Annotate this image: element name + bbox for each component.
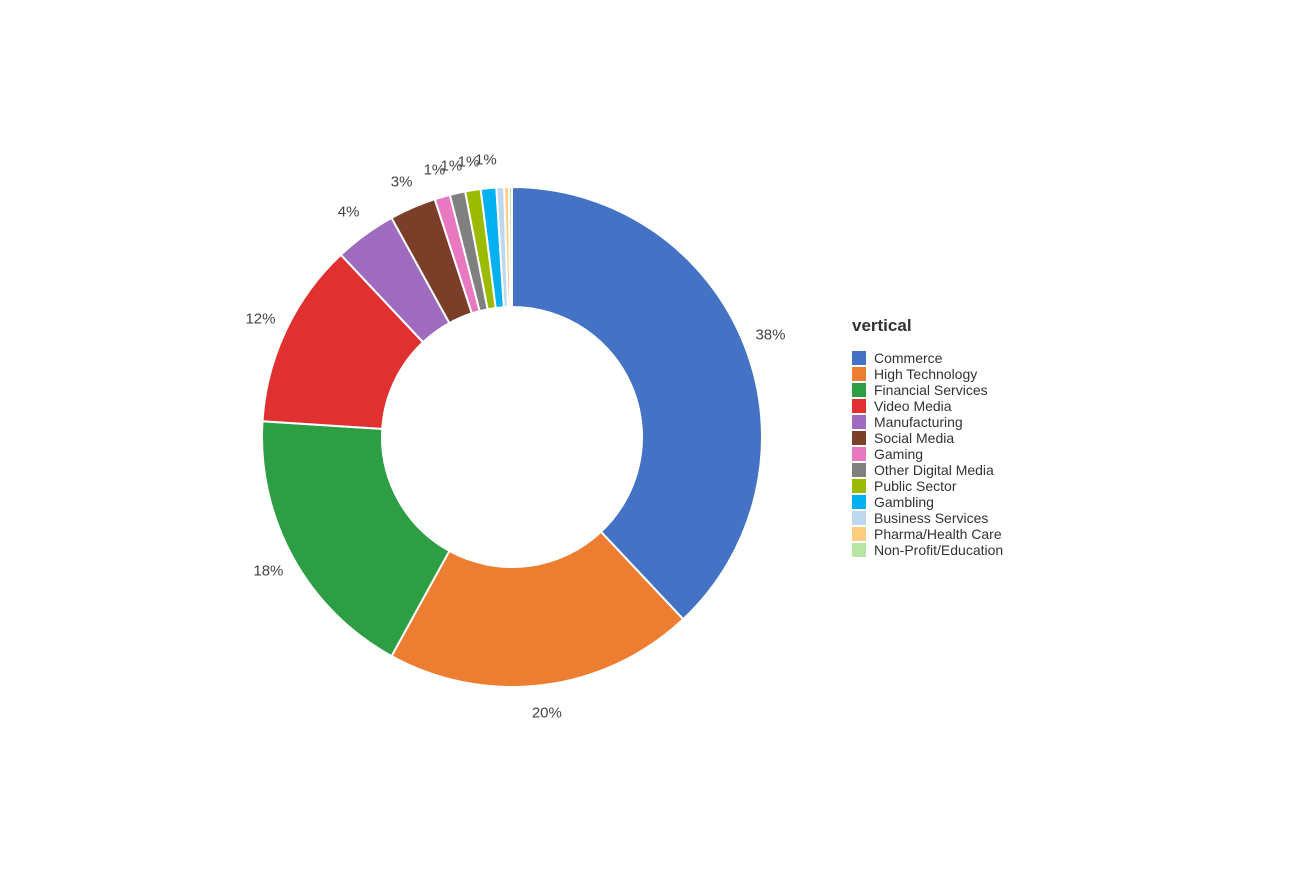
legend-item-manufacturing: Manufacturing <box>852 414 1072 430</box>
legend-label: Manufacturing <box>874 414 963 430</box>
legend-item-commerce: Commerce <box>852 350 1072 366</box>
donut-chart: 38%20%18%12%4%3%1%1%1%1% <box>232 157 792 717</box>
legend-swatch <box>852 399 866 413</box>
legend-swatch <box>852 351 866 365</box>
chart-container: 38%20%18%12%4%3%1%1%1%1% vertical Commer… <box>52 27 1252 847</box>
legend-label: Financial Services <box>874 382 988 398</box>
legend-item-public-sector: Public Sector <box>852 478 1072 494</box>
legend-item-business-services: Business Services <box>852 510 1072 526</box>
legend-item-other-digital: Other Digital Media <box>852 462 1072 478</box>
legend-swatch <box>852 463 866 477</box>
legend-swatch <box>852 479 866 493</box>
legend-swatch <box>852 527 866 541</box>
legend-swatch <box>852 383 866 397</box>
segment-commerce <box>512 187 762 619</box>
legend-label: Business Services <box>874 510 988 526</box>
legend-label: Other Digital Media <box>874 462 994 478</box>
segment-nonprofit <box>509 187 512 307</box>
legend-item-gambling: Gambling <box>852 494 1072 510</box>
legend-item-video-media: Video Media <box>852 398 1072 414</box>
legend-title: vertical <box>852 316 1072 336</box>
legend-item-financial: Financial Services <box>852 382 1072 398</box>
legend-label: High Technology <box>874 366 977 382</box>
legend-item-pharma: Pharma/Health Care <box>852 526 1072 542</box>
legend-swatch <box>852 431 866 445</box>
legend-swatch <box>852 415 866 429</box>
legend-label: Social Media <box>874 430 954 446</box>
legend-label: Gambling <box>874 494 934 510</box>
legend-swatch <box>852 495 866 509</box>
legend-label: Gaming <box>874 446 923 462</box>
legend-swatch <box>852 447 866 461</box>
legend-label: Pharma/Health Care <box>874 526 1002 542</box>
chart-legend: vertical Commerce High Technology Financ… <box>852 316 1072 558</box>
legend-item-high-tech: High Technology <box>852 366 1072 382</box>
legend-item-nonprofit: Non-Profit/Education <box>852 542 1072 558</box>
legend-swatch <box>852 543 866 557</box>
legend-swatch <box>852 511 866 525</box>
legend-label: Commerce <box>874 350 942 366</box>
legend-label: Video Media <box>874 398 952 414</box>
legend-item-gaming: Gaming <box>852 446 1072 462</box>
legend-swatch <box>852 367 866 381</box>
legend-label: Public Sector <box>874 478 956 494</box>
legend-item-social-media: Social Media <box>852 430 1072 446</box>
legend-label: Non-Profit/Education <box>874 542 1003 558</box>
